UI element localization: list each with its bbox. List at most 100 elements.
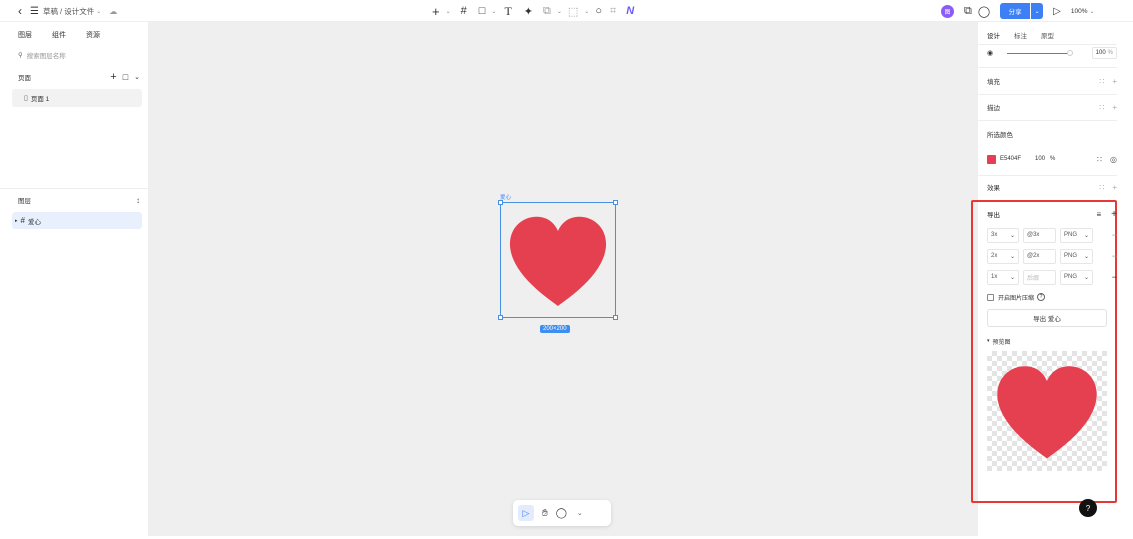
chevron-down-icon[interactable]: ⌄ [584,8,589,15]
frame-icon[interactable]: # [461,5,467,17]
selection-color-row[interactable]: E5404F 100 % ∷ ◎ [987,152,1117,166]
help-icon[interactable]: ? [1037,293,1046,301]
export-row: 2x ⌄ @2x PNG ⌄ − [987,248,1117,264]
menu-icon[interactable]: ☰ [30,6,39,17]
scale-select[interactable]: 2x ⌄ [987,248,1019,264]
add-fill-icon[interactable]: + [1112,77,1117,86]
expand-arrow-icon[interactable]: ▾ [987,338,990,344]
breadcrumb[interactable]: 草稿 / 设计文件 [43,6,94,17]
remove-export-icon[interactable]: − [1112,230,1117,240]
tab-design[interactable]: 设计 [987,30,1000,40]
rectangle-icon[interactable]: □ [479,5,486,17]
format-select[interactable]: PNG ⌄ [1060,227,1093,243]
compress-row: 开启图片压缩 ? [987,291,1117,303]
tab-annotate[interactable]: 标注 [1014,30,1027,40]
chevron-down-icon: ⌄ [1083,274,1089,281]
scale-value: 1x [991,274,998,280]
suffix-input[interactable]: 后缀 [1023,269,1056,285]
ai-icon[interactable]: N [626,5,634,17]
heart-shape[interactable] [500,202,616,318]
zoom-level[interactable]: 100% [1071,8,1088,15]
opacity-slider[interactable] [1007,52,1069,54]
format-select[interactable]: PNG ⌄ [1060,269,1093,285]
chevron-down-icon[interactable]: ⌄ [1031,3,1044,19]
search-icon: ⚲ [18,52,23,59]
comment-tool-icon[interactable]: ◯ [556,508,567,519]
more-tools-icon[interactable]: ⌄ [577,509,583,517]
scale-select[interactable]: 3x ⌄ [987,227,1019,243]
hand-tool-icon[interactable]: ✋︎ [542,508,548,519]
back-icon[interactable]: ‹ [18,4,22,18]
page-item[interactable]: ▯ 页面 1 [12,89,142,107]
remove-export-icon[interactable]: − [1112,251,1117,261]
style-grid-icon[interactable]: ∷ [1099,103,1104,112]
add-export-icon[interactable]: + [1111,209,1117,220]
style-grid-icon[interactable]: ∷ [1099,77,1104,86]
chevron-down-icon[interactable]: ⌄ [1090,8,1095,15]
avatar[interactable]: 图 [941,4,954,18]
add-effect-icon[interactable]: + [1112,183,1117,192]
chevron-down-icon[interactable]: ⌄ [557,8,562,15]
text-icon[interactable]: T [504,4,511,19]
tab-assets[interactable]: 资源 [86,30,100,40]
folder-icon[interactable]: □ [123,72,128,82]
divider [978,94,1117,95]
plugin-icon[interactable]: ⧉ [964,5,972,18]
compress-checkbox[interactable] [987,293,994,301]
opacity-slider-thumb[interactable] [1067,50,1073,56]
suffix-input[interactable]: @3x [1023,227,1056,243]
tab-prototype[interactable]: 原型 [1041,30,1054,40]
resize-handle[interactable] [613,315,618,320]
suffix-value: @2x [1027,253,1040,259]
tab-components[interactable]: 组件 [52,30,66,40]
mask-icon[interactable]: ⬚ [568,5,578,18]
format-select[interactable]: PNG ⌄ [1060,248,1093,264]
style-grid-icon[interactable]: ∷ [1097,155,1102,164]
expand-arrow-icon[interactable]: ▸ [15,218,18,224]
effects-label: 效果 [987,185,1000,192]
help-button[interactable]: ? [1079,499,1097,517]
selection-colors-label: 所选颜色 [987,132,1013,139]
tab-layers[interactable]: 图层 [18,30,32,40]
canvas[interactable]: 爱心 200×200 ▷ ✋︎ ◯ ⌄ [148,22,978,536]
crop-icon[interactable]: ⌗ [610,5,616,18]
preview-header[interactable]: ▾ 预览图 [987,335,1117,347]
left-tabs: 图层 组件 资源 [0,22,148,40]
resize-handle[interactable] [498,315,503,320]
ellipse-icon[interactable]: ○ [595,5,602,17]
add-stroke-icon[interactable]: + [1112,103,1117,112]
play-icon[interactable]: ▷ [1053,6,1061,17]
scale-select[interactable]: 1x ⌄ [987,269,1019,285]
format-value: PNG [1064,274,1078,280]
opacity-field[interactable]: 100 % [1091,47,1117,59]
eye-icon[interactable]: ◉ [987,49,993,57]
resize-handle[interactable] [613,200,618,205]
export-settings-icon[interactable]: ≡ [1096,210,1101,219]
boolean-icon[interactable]: ⧉ [543,5,551,18]
resize-handle[interactable] [498,200,503,205]
component-icon[interactable]: ✦ [524,5,533,18]
add-page-icon[interactable]: + [110,71,116,83]
chevron-down-icon[interactable]: ⌄ [96,8,101,15]
chevron-down-icon[interactable]: ⌄ [134,73,140,81]
chevron-down-icon[interactable]: ⌄ [446,8,451,15]
chevron-down-icon[interactable]: ⌄ [491,8,496,15]
suffix-input[interactable]: @2x [1023,248,1056,264]
color-hex[interactable]: E5404F [1000,156,1021,162]
pointer-tool-icon[interactable]: ▷ [518,505,534,521]
export-header: 导出 ≡ + [987,208,1117,220]
search-input[interactable]: 搜索图层名称 [27,50,66,60]
remove-export-icon[interactable]: − [1112,272,1117,282]
layer-item[interactable]: ▸ # 爱心 [12,212,142,229]
selected-frame[interactable] [498,200,618,320]
color-opacity[interactable]: 100 [1035,156,1045,162]
share-button[interactable]: 分享 ⌄ [1000,3,1044,19]
target-icon[interactable]: ◎ [1110,155,1117,164]
layer-search[interactable]: ⚲ 搜索图层名称 [0,40,148,60]
color-swatch[interactable] [987,154,996,164]
lightbulb-icon[interactable]: ◯ [978,5,990,18]
add-icon[interactable]: + [432,4,440,19]
export-button[interactable]: 导出 爱心 [987,309,1107,327]
collapse-icon[interactable]: ↕ [136,196,140,205]
style-grid-icon[interactable]: ∷ [1099,183,1104,192]
